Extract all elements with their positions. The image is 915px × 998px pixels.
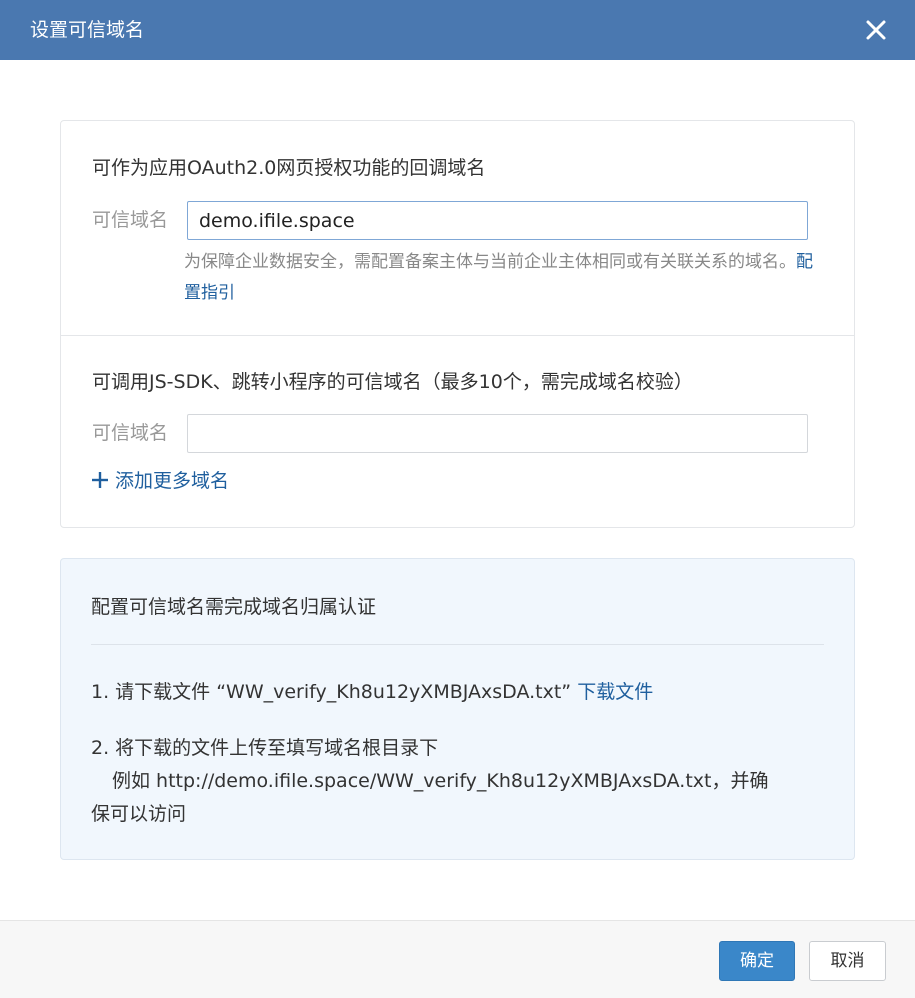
step-2-line-2: 例如 http://demo.ifile.space/WW_verify_Kh8… bbox=[112, 770, 769, 792]
jssdk-field-label: 可信域名 bbox=[92, 422, 169, 444]
step-2-line-1: 2. 将下载的文件上传至填写域名根目录下 bbox=[91, 737, 439, 759]
verification-info-panel: 配置可信域名需完成域名归属认证 1. 请下载文件 “WW_verify_Kh8u… bbox=[60, 558, 855, 860]
info-divider bbox=[91, 644, 824, 645]
oauth-hint: 为保障企业数据安全，需配置备案主体与当前企业主体相同或有关联关系的域名。配置指引 bbox=[184, 247, 824, 309]
cancel-button[interactable]: 取消 bbox=[809, 941, 886, 981]
dialog-titlebar: 设置可信域名 bbox=[0, 0, 915, 60]
step-1: 1. 请下载文件 “WW_verify_Kh8u12yXMBJAxsDA.txt… bbox=[91, 676, 653, 709]
oauth-domain-input[interactable] bbox=[187, 201, 808, 240]
oauth-field-label: 可信域名 bbox=[92, 209, 169, 231]
download-file-link[interactable]: 下载文件 bbox=[577, 681, 653, 703]
dialog-title: 设置可信域名 bbox=[30, 19, 145, 41]
oauth-section-title: 可作为应用OAuth2.0网页授权功能的回调域名 bbox=[92, 157, 486, 179]
step-1-text: 1. 请下载文件 “WW_verify_Kh8u12yXMBJAxsDA.txt… bbox=[91, 681, 572, 703]
plus-icon bbox=[91, 471, 109, 489]
close-icon[interactable] bbox=[862, 16, 890, 44]
jssdk-domain-input[interactable] bbox=[187, 414, 808, 453]
domain-settings-card: 可作为应用OAuth2.0网页授权功能的回调域名 可信域名 为保障企业数据安全，… bbox=[60, 120, 855, 528]
dialog-footer: 确定 取消 bbox=[0, 920, 915, 998]
section-divider bbox=[61, 335, 854, 336]
verification-title: 配置可信域名需完成域名归属认证 bbox=[91, 596, 377, 618]
oauth-hint-text: 为保障企业数据安全，需配置备案主体与当前企业主体相同或有关联关系的域名。 bbox=[184, 252, 796, 272]
add-more-label: 添加更多域名 bbox=[115, 470, 230, 492]
confirm-button[interactable]: 确定 bbox=[719, 941, 795, 981]
jssdk-section-title: 可调用JS-SDK、跳转小程序的可信域名（最多10个，需完成域名校验） bbox=[92, 371, 693, 393]
add-more-domains-button[interactable]: 添加更多域名 bbox=[91, 469, 229, 493]
step-2-line-3: 保可以访问 bbox=[91, 803, 187, 825]
